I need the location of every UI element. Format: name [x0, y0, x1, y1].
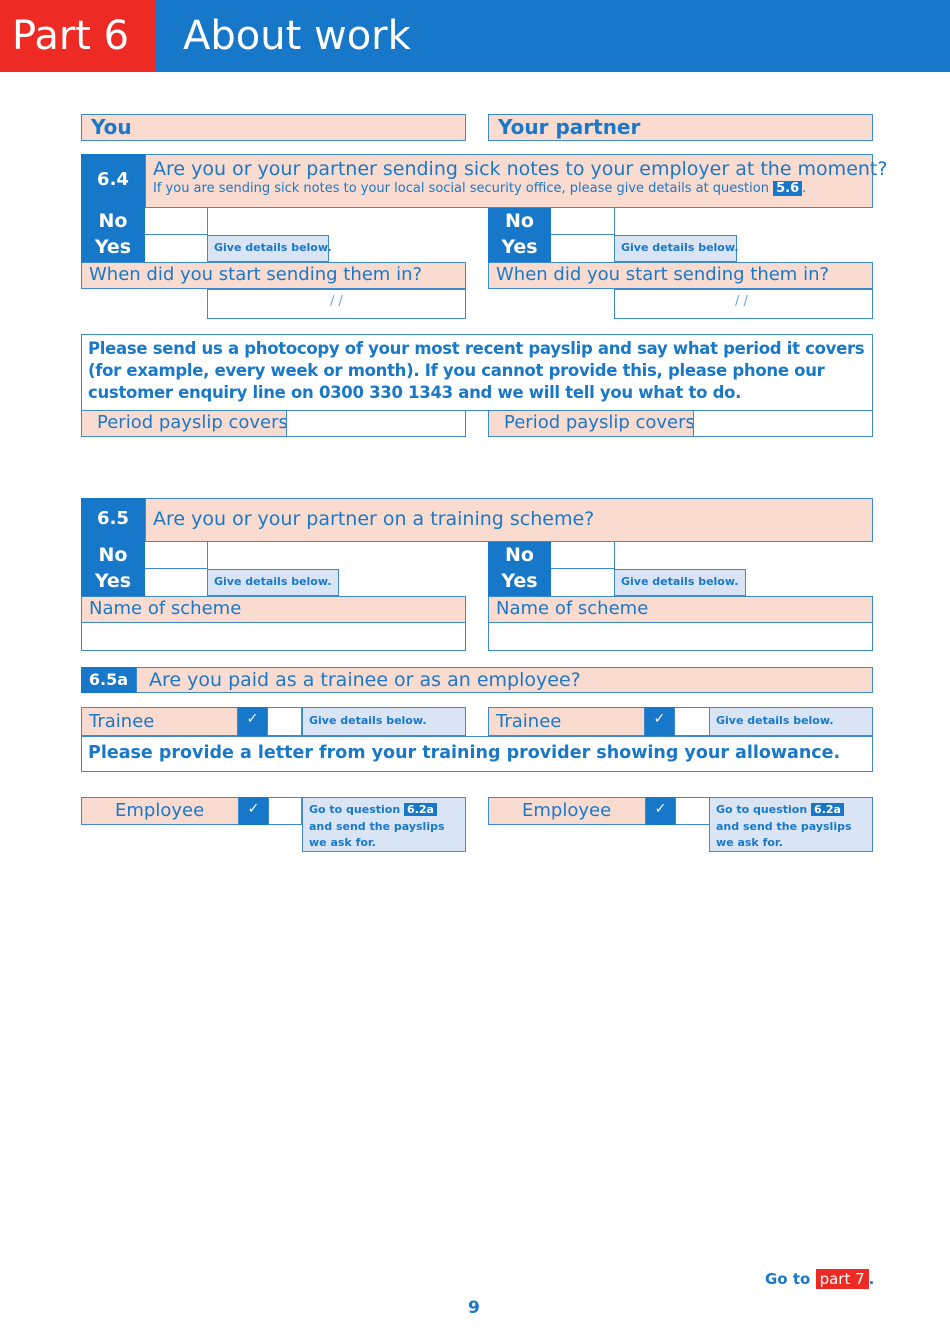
employee-checkbox-you[interactable]: [268, 797, 302, 825]
scheme-input-you[interactable]: [81, 622, 466, 651]
goto-prefix: Go to: [765, 1270, 811, 1288]
goto-note-you: Go to question 6.2a and send the payslip…: [302, 797, 466, 852]
question-ref-badge[interactable]: 6.2a: [811, 803, 844, 816]
no-label: No: [98, 544, 128, 566]
divider: [614, 208, 615, 236]
question-number-6-4: 6.4: [81, 154, 145, 208]
employee-label-partner: Employee: [488, 797, 646, 825]
goto-line-3: we ask for.: [716, 836, 783, 849]
question-number-6-5a: 6.5a: [81, 667, 136, 693]
yes-label: Yes: [501, 570, 538, 592]
goto-text: Go to question: [309, 803, 401, 816]
yes-label: Yes: [501, 236, 538, 258]
trainee-checkbox-partner[interactable]: [674, 707, 710, 736]
period-input-partner[interactable]: [693, 410, 873, 437]
goto-note-partner: Go to question 6.2a and send the payslip…: [709, 797, 873, 852]
yes-no-labels-you-6-4: No Yes: [81, 208, 145, 262]
next-part-link[interactable]: part 7: [815, 1269, 869, 1289]
period-input-you[interactable]: [286, 410, 466, 437]
trainee-check-icon-partner: ✓: [645, 707, 674, 736]
yes-no-labels-partner-6-4: No Yes: [488, 208, 551, 262]
yes-checkbox-you-6-4[interactable]: [145, 235, 207, 262]
no-label: No: [505, 544, 534, 566]
question-number-6-5: 6.5: [81, 498, 145, 542]
question-6-4-text: Are you or your partner sending sick not…: [153, 158, 888, 180]
note-text: If you are sending sick notes to your lo…: [153, 181, 769, 196]
no-checkbox-partner-6-4[interactable]: [551, 208, 614, 235]
trainee-check-icon-you: ✓: [238, 707, 267, 736]
no-checkbox-partner-6-5[interactable]: [551, 542, 614, 569]
letter-instruction: Please provide a letter from your traini…: [81, 736, 873, 772]
no-label: No: [505, 210, 534, 232]
give-details-note: Give details below.: [302, 707, 466, 736]
note-end: .: [802, 181, 807, 196]
employee-label-you: Employee: [81, 797, 239, 825]
page-title: About work: [155, 0, 950, 72]
trainee-label-partner: Trainee: [488, 707, 645, 736]
give-details-note: Give details below.: [709, 707, 873, 736]
give-details-note: Give details below.: [207, 235, 332, 262]
start-date-input-you[interactable]: / /: [207, 289, 466, 319]
yes-label: Yes: [94, 570, 132, 592]
start-date-label-you: When did you start sending them in?: [81, 262, 466, 289]
employee-checkbox-partner[interactable]: [675, 797, 710, 825]
date-separators: / /: [735, 294, 748, 309]
date-separators: / /: [330, 294, 343, 309]
yes-no-labels-partner-6-5: No Yes: [488, 542, 551, 596]
yes-checkbox-partner-6-4[interactable]: [551, 235, 614, 262]
payslip-instruction: Please send us a photocopy of your most …: [81, 334, 873, 411]
question-ref-badge[interactable]: 6.2a: [404, 803, 437, 816]
scheme-input-partner[interactable]: [488, 622, 873, 651]
period-label-partner: Period payslip covers: [488, 410, 695, 437]
goto-text: Go to question: [716, 803, 808, 816]
no-label: No: [98, 210, 128, 232]
question-ref-badge[interactable]: 5.6: [773, 181, 803, 196]
yes-checkbox-partner-6-5[interactable]: [551, 569, 614, 596]
no-checkbox-you-6-5[interactable]: [145, 542, 207, 569]
period-label-you: Period payslip covers: [81, 410, 288, 437]
employee-check-icon-partner: ✓: [646, 797, 675, 825]
question-6-4-box: Are you or your partner sending sick not…: [145, 154, 888, 208]
start-date-label-partner: When did you start sending them in?: [488, 262, 873, 289]
scheme-label-partner: Name of scheme: [488, 596, 873, 623]
goto-line-2: and send the payslips: [716, 819, 852, 833]
scheme-label-you: Name of scheme: [81, 596, 466, 623]
give-details-note: Give details below.: [207, 569, 339, 596]
yes-checkbox-you-6-5[interactable]: [145, 569, 207, 596]
question-6-5a-text: Are you paid as a trainee or as an emplo…: [136, 667, 873, 693]
trainee-label-you: Trainee: [81, 707, 238, 736]
question-6-5-text: Are you or your partner on a training sc…: [145, 498, 873, 542]
give-details-note: Give details below.: [614, 235, 739, 262]
give-details-note: Give details below.: [614, 569, 746, 596]
divider: [207, 542, 208, 570]
start-date-input-partner[interactable]: / /: [614, 289, 873, 319]
goto-line-3: we ask for.: [309, 836, 376, 849]
trainee-checkbox-you[interactable]: [267, 707, 302, 736]
goto-next-part: Go to part 7.: [765, 1269, 875, 1289]
goto-line-2: and send the payslips: [309, 819, 445, 833]
employee-check-icon-you: ✓: [239, 797, 268, 825]
yes-no-labels-you-6-5: No Yes: [81, 542, 145, 596]
part-label: Part 6: [0, 0, 155, 72]
divider: [614, 542, 615, 570]
divider: [207, 208, 466, 236]
goto-end: .: [868, 1270, 875, 1288]
question-6-4-note: If you are sending sick notes to your lo…: [146, 180, 872, 198]
no-checkbox-you-6-4[interactable]: [145, 208, 207, 235]
column-you-heading: You: [81, 114, 466, 141]
yes-label: Yes: [94, 236, 132, 258]
column-partner-heading: Your partner: [488, 114, 873, 141]
page-number: 9: [468, 1298, 480, 1318]
